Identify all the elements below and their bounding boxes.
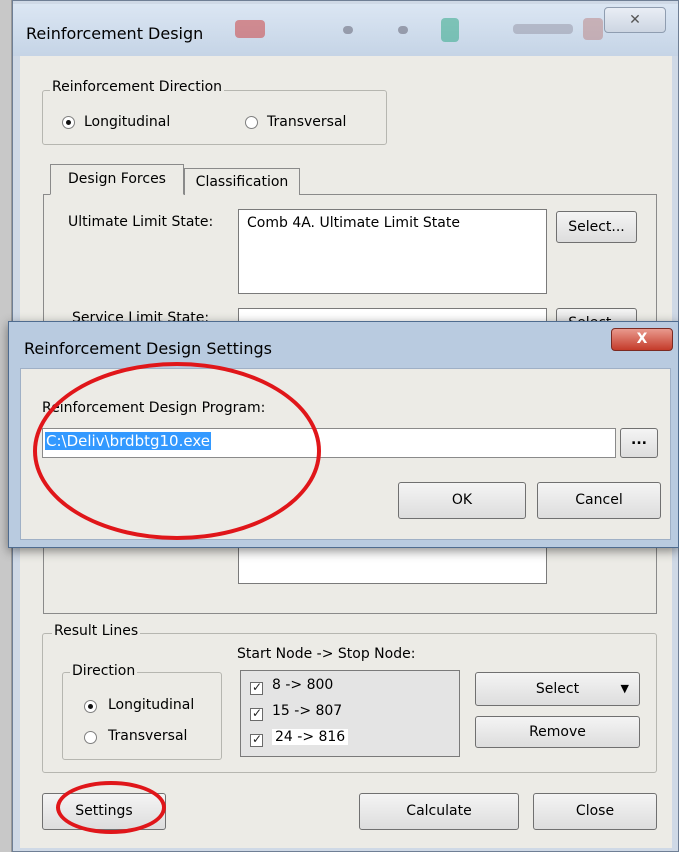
result-select-label: Select xyxy=(535,681,580,697)
node-checkbox[interactable] xyxy=(250,680,263,695)
result-direction-legend: Direction xyxy=(70,663,138,679)
close-icon: X xyxy=(636,331,648,347)
close-icon: ✕ xyxy=(629,12,641,28)
lower-list-box[interactable] xyxy=(238,548,547,584)
direction-longitudinal-radio[interactable] xyxy=(62,116,75,129)
node-label[interactable]: 15 -> 807 xyxy=(272,703,342,719)
node-label[interactable]: 8 -> 800 xyxy=(272,677,333,693)
direction-transversal-radio[interactable] xyxy=(245,116,258,129)
dialog-title: Reinforcement Design Settings xyxy=(24,339,272,358)
blurred-toolbar-icon xyxy=(583,18,603,40)
browse-button[interactable]: ... xyxy=(620,428,658,458)
dialog-close-button[interactable]: X xyxy=(611,328,673,351)
result-longitudinal-label[interactable]: Longitudinal xyxy=(108,697,194,713)
annotation-ellipse xyxy=(56,781,166,834)
direction-transversal-label[interactable]: Transversal xyxy=(267,114,346,130)
uls-label: Ultimate Limit State: xyxy=(68,214,214,230)
calculate-button[interactable]: Calculate xyxy=(359,793,519,830)
blurred-toolbar-icon xyxy=(398,26,408,34)
annotation-ellipse xyxy=(33,362,321,540)
tab-design-forces[interactable]: Design Forces xyxy=(50,164,184,195)
tab-classification[interactable]: Classification xyxy=(184,168,300,195)
node-label[interactable]: 24 -> 816 xyxy=(272,729,349,745)
main-close-button[interactable]: ✕ xyxy=(604,7,666,33)
sls-list[interactable] xyxy=(238,308,547,322)
direction-longitudinal-label[interactable]: Longitudinal xyxy=(84,114,170,130)
node-checkbox[interactable] xyxy=(250,732,263,747)
result-lines-legend: Result Lines xyxy=(52,623,141,639)
blurred-toolbar-icon xyxy=(235,20,265,38)
node-checkbox[interactable] xyxy=(250,706,263,721)
result-transversal-label[interactable]: Transversal xyxy=(108,728,187,744)
nodes-header: Start Node -> Stop Node: xyxy=(237,646,416,662)
result-remove-button[interactable]: Remove xyxy=(475,716,640,748)
blurred-toolbar-icon xyxy=(513,24,573,34)
close-button[interactable]: Close xyxy=(533,793,657,830)
ok-button[interactable]: OK xyxy=(398,482,526,519)
result-transversal-radio[interactable] xyxy=(84,731,97,744)
uls-value[interactable]: Comb 4A. Ultimate Limit State xyxy=(247,215,460,231)
result-select-button[interactable]: Select ▼ xyxy=(475,672,640,706)
uls-select-button[interactable]: Select... xyxy=(556,211,637,243)
blurred-toolbar-icon xyxy=(343,26,353,34)
main-window-title: Reinforcement Design xyxy=(26,24,204,43)
reinforcement-direction-legend: Reinforcement Direction xyxy=(50,79,225,95)
dropdown-arrow-icon: ▼ xyxy=(620,682,629,695)
result-direction-group xyxy=(62,672,222,760)
uls-list[interactable]: Comb 4A. Ultimate Limit State xyxy=(238,209,547,294)
result-longitudinal-radio[interactable] xyxy=(84,700,97,713)
blurred-toolbar-icon xyxy=(441,18,459,42)
cancel-button[interactable]: Cancel xyxy=(537,482,661,519)
